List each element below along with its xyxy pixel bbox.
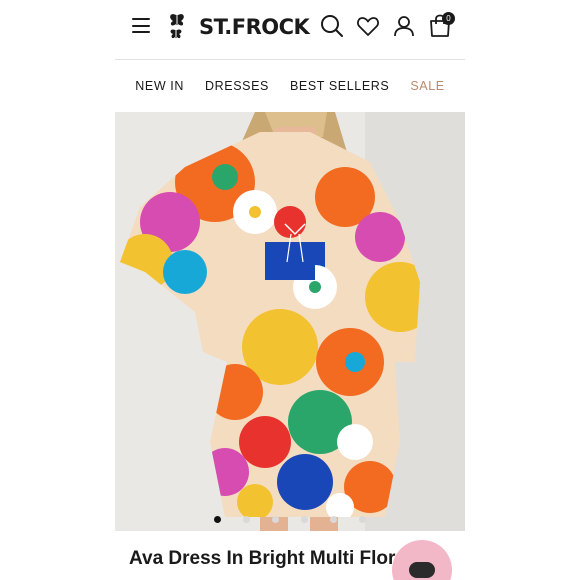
product-title: Ava Dress In Bright Multi Floral (129, 548, 412, 569)
nav-item-dresses[interactable]: DRESSES (205, 79, 269, 93)
chat-button[interactable] (392, 540, 452, 580)
site-logo[interactable]: ST.FROCK (167, 11, 310, 43)
search-icon[interactable] (320, 14, 344, 38)
product-photo (115, 112, 465, 531)
gallery-dot[interactable] (272, 516, 279, 523)
gallery-dot[interactable] (359, 516, 366, 523)
main-nav: NEW IN DRESSES BEST SELLERS SALE (115, 60, 465, 112)
heart-icon[interactable] (356, 14, 380, 38)
butterfly-logo-icon (170, 14, 184, 39)
site-header: ST.FROCK (115, 0, 465, 60)
nav-item-sale[interactable]: SALE (410, 79, 444, 93)
menu-icon[interactable] (132, 18, 150, 33)
gallery-dot[interactable] (243, 516, 250, 523)
account-icon[interactable] (392, 14, 416, 38)
chat-icon (409, 562, 435, 578)
cart-count-badge: 0 (442, 12, 455, 25)
nav-item-new-in[interactable]: NEW IN (135, 79, 184, 93)
gallery-dots (115, 516, 465, 526)
gallery-dot[interactable] (301, 516, 308, 523)
nav-item-best-sellers[interactable]: BEST SELLERS (290, 79, 389, 93)
gallery-dot[interactable] (330, 516, 337, 523)
gallery-dot[interactable] (214, 516, 221, 523)
product-image[interactable] (115, 112, 465, 531)
logo-text: ST.FROCK (199, 15, 310, 39)
